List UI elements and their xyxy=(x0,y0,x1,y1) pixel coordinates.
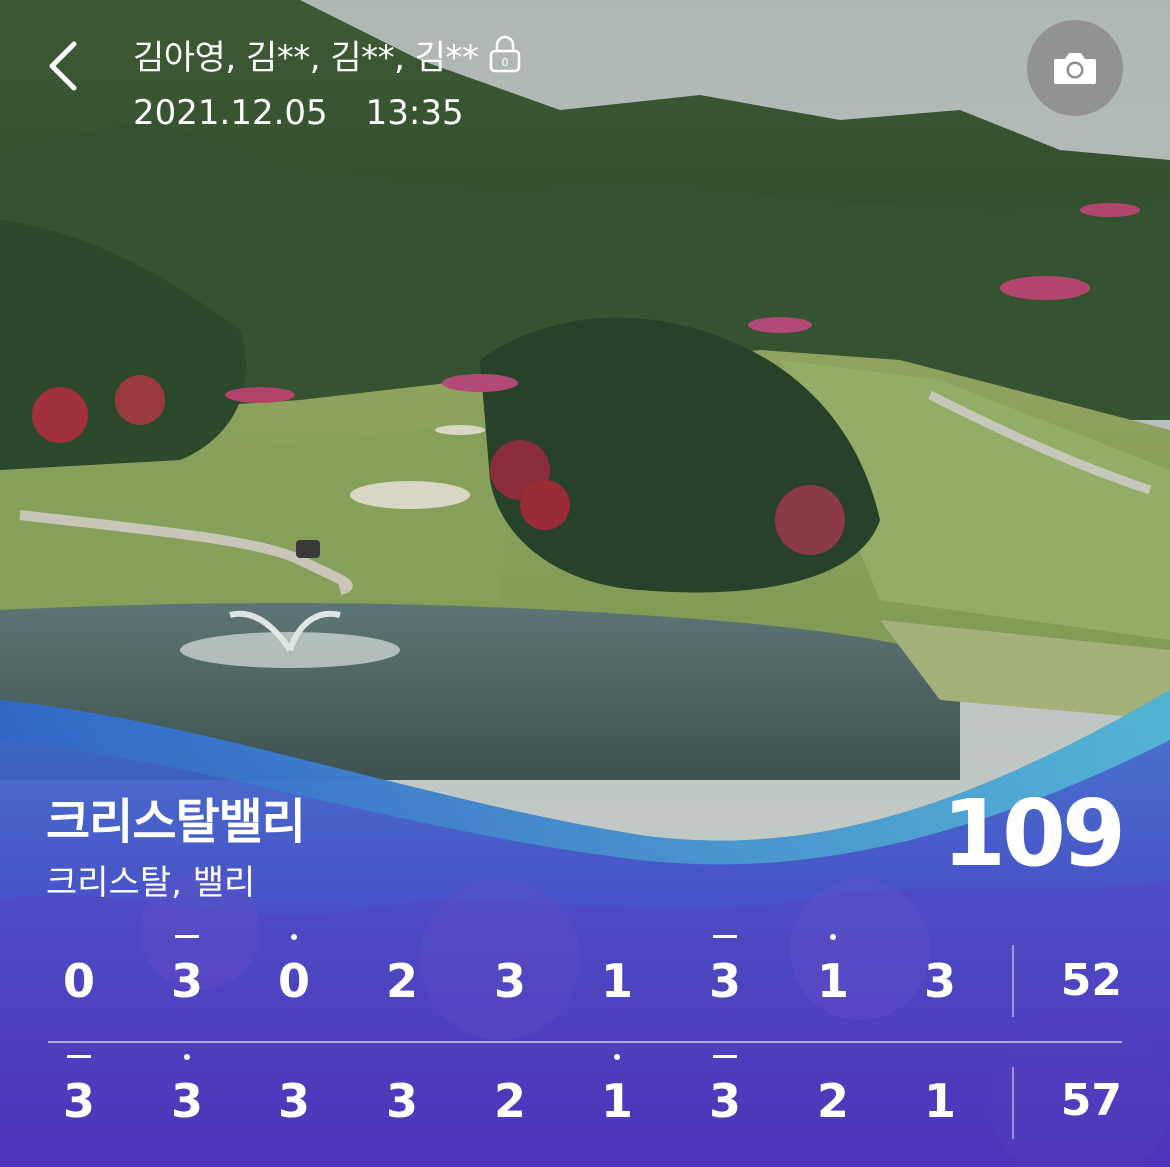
back-nine-total: 57 xyxy=(1060,1075,1122,1126)
player-names: 김아영, 김**, 김**, 김** xyxy=(133,38,479,78)
score-mark xyxy=(695,1045,755,1065)
sub-course-names: 크리스탈, 밸리 xyxy=(46,863,256,903)
hole-score: 1 xyxy=(600,954,633,1008)
hole-score: 1 xyxy=(923,1074,956,1128)
row-divider xyxy=(1012,1067,1014,1139)
hole-score: 3 xyxy=(493,954,526,1008)
back-hole-1: 3 xyxy=(49,1045,109,1145)
hole-score: 3 xyxy=(923,954,956,1008)
score-mark xyxy=(910,925,970,945)
back-hole-4: 3 xyxy=(372,1045,432,1145)
front-hole-6: 1 xyxy=(587,925,647,1025)
front-hole-2: 3 xyxy=(157,925,217,1025)
hole-score: 3 xyxy=(170,954,203,1008)
score-mark xyxy=(480,1045,540,1065)
score-mark xyxy=(49,925,109,945)
hole-score: 3 xyxy=(708,1074,741,1128)
score-mark xyxy=(49,1045,109,1065)
front-nine-row: 52 0 3 0 2 3 1 3 1 3 xyxy=(0,925,1170,1025)
row-separator xyxy=(48,1041,1122,1043)
score-mark xyxy=(372,925,432,945)
front-hole-1: 0 xyxy=(49,925,109,1025)
hole-score: 3 xyxy=(62,1074,95,1128)
hole-score: 3 xyxy=(170,1074,203,1128)
score-mark xyxy=(587,1045,647,1065)
back-hole-9: 1 xyxy=(910,1045,970,1145)
camera-button[interactable] xyxy=(1027,20,1123,116)
hole-score: 2 xyxy=(816,1074,849,1128)
hole-score: 0 xyxy=(277,954,310,1008)
front-hole-8: 1 xyxy=(803,925,863,1025)
front-hole-3: 0 xyxy=(264,925,324,1025)
hole-score: 1 xyxy=(816,954,849,1008)
hole-score: 2 xyxy=(493,1074,526,1128)
score-mark xyxy=(157,925,217,945)
hole-score: 3 xyxy=(708,954,741,1008)
header-bar: 김아영, 김**, 김**, 김** 0 2021.12.05 13:35 xyxy=(0,0,1170,150)
back-hole-2: 3 xyxy=(157,1045,217,1145)
score-mark xyxy=(803,1045,863,1065)
back-hole-6: 1 xyxy=(587,1045,647,1145)
front-hole-4: 2 xyxy=(372,925,432,1025)
score-mark xyxy=(480,925,540,945)
front-hole-5: 3 xyxy=(480,925,540,1025)
score-mark xyxy=(910,1045,970,1065)
row-divider xyxy=(1012,945,1014,1017)
hole-score: 2 xyxy=(385,954,418,1008)
hole-score: 0 xyxy=(62,954,95,1008)
score-mark xyxy=(587,925,647,945)
round-date: 2021.12.05 xyxy=(133,93,328,133)
lock-icon: 0 xyxy=(488,34,522,74)
back-nine-row: 57 3 3 3 3 2 1 3 2 1 xyxy=(0,1045,1170,1145)
front-nine-total: 52 xyxy=(1060,955,1122,1006)
round-time: 13:35 xyxy=(365,93,464,133)
back-hole-5: 2 xyxy=(480,1045,540,1145)
back-button[interactable] xyxy=(36,36,96,96)
hole-score: 1 xyxy=(600,1074,633,1128)
back-hole-7: 3 xyxy=(695,1045,755,1145)
score-mark xyxy=(264,1045,324,1065)
score-mark xyxy=(372,1045,432,1065)
lock-count: 0 xyxy=(502,56,509,69)
hole-score: 3 xyxy=(385,1074,418,1128)
front-hole-7: 3 xyxy=(695,925,755,1025)
back-hole-8: 2 xyxy=(803,1045,863,1145)
camera-icon xyxy=(1054,53,1096,84)
hole-score: 3 xyxy=(277,1074,310,1128)
total-score: 109 xyxy=(941,780,1126,887)
score-mark xyxy=(264,925,324,945)
score-mark xyxy=(695,925,755,945)
chevron-left-icon xyxy=(49,41,77,91)
score-mark xyxy=(803,925,863,945)
course-name: 크리스탈밸리 xyxy=(46,794,306,850)
front-hole-9: 3 xyxy=(910,925,970,1025)
round-datetime: 2021.12.05 13:35 xyxy=(133,93,464,133)
score-mark xyxy=(157,1045,217,1065)
back-hole-3: 3 xyxy=(264,1045,324,1145)
